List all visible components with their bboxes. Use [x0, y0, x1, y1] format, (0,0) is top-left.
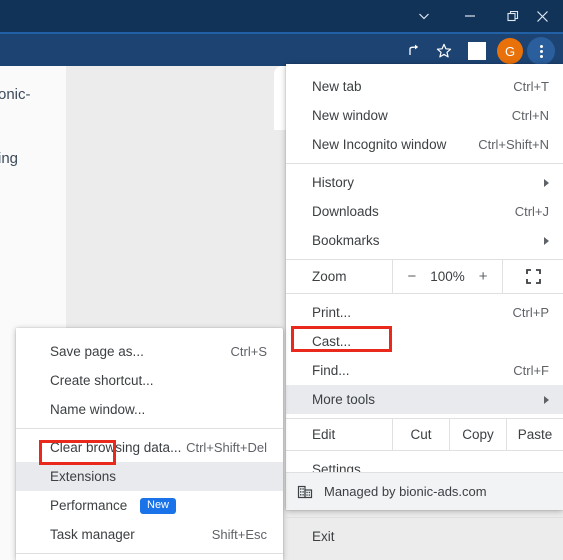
chevron-right-icon	[544, 178, 549, 187]
page-text-fragment-bottom: ing	[0, 150, 19, 167]
menu-item-label: Performance	[50, 498, 128, 513]
extensions-icon	[468, 42, 486, 60]
bookmark-star-button[interactable]	[430, 37, 458, 65]
minimize-button[interactable]	[447, 0, 493, 32]
three-dots-icon	[539, 44, 543, 58]
edit-row: Edit Cut Copy Paste	[286, 418, 563, 451]
menu-item-new-incognito-window[interactable]: New Incognito window Ctrl+Shift+N	[286, 130, 563, 159]
title-bar	[0, 0, 563, 32]
menu-item-shortcut: Ctrl+T	[513, 79, 549, 94]
menu-item-new-tab[interactable]: New tab Ctrl+T	[286, 72, 563, 101]
tab-search-button[interactable]	[401, 0, 447, 32]
copy-button[interactable]: Copy	[449, 419, 506, 450]
menu-item-label: Cast...	[312, 334, 352, 349]
menu-item-label: New Incognito window	[312, 137, 447, 152]
avatar[interactable]: G	[497, 38, 523, 64]
zoom-label: Zoom	[312, 269, 347, 284]
menu-item-label: Save page as...	[50, 344, 144, 359]
menu-item-label: Task manager	[50, 527, 135, 542]
minimize-icon	[465, 15, 475, 17]
submenu-item-create-shortcut[interactable]: Create shortcut...	[16, 366, 283, 395]
chevron-right-icon	[544, 236, 549, 245]
menu-item-shortcut: Ctrl+Shift+N	[478, 137, 549, 152]
menu-item-history[interactable]: History	[286, 168, 563, 197]
share-icon	[409, 44, 419, 55]
close-icon	[536, 10, 548, 22]
menu-item-label: Clear browsing data...	[50, 440, 182, 455]
menu-item-label: Find...	[312, 363, 350, 378]
menu-item-label: Downloads	[312, 204, 379, 219]
menu-item-cast[interactable]: Cast...	[286, 327, 563, 356]
submenu-item-task-manager[interactable]: Task manager Shift+Esc	[16, 520, 283, 549]
zoom-out-button[interactable]: −	[407, 268, 416, 285]
zoom-in-button[interactable]: +	[479, 268, 488, 285]
paste-button[interactable]: Paste	[506, 419, 563, 450]
menu-item-label: Exit	[312, 529, 335, 544]
cut-button[interactable]: Cut	[392, 419, 449, 450]
menu-item-shortcut: Ctrl+F	[513, 363, 549, 378]
zoom-level: 100%	[430, 269, 465, 284]
menu-item-shortcut: Ctrl+J	[514, 204, 549, 219]
managed-by-footer: Managed by bionic-ads.com	[286, 472, 563, 510]
browser-window: G onic- ing New tab Ctrl+T New window Ct…	[0, 0, 563, 560]
browser-toolbar: G	[0, 32, 563, 68]
submenu-separator	[16, 428, 283, 429]
extensions-button[interactable]	[463, 37, 491, 65]
submenu-separator	[16, 553, 283, 554]
submenu-item-clear-browsing-data[interactable]: Clear browsing data... Ctrl+Shift+Del	[16, 433, 283, 462]
submenu-item-name-window[interactable]: Name window...	[16, 395, 283, 424]
menu-item-label: History	[312, 175, 355, 190]
submenu-item-save-page-as[interactable]: Save page as... Ctrl+S	[16, 337, 283, 366]
menu-separator	[286, 517, 563, 518]
close-button[interactable]	[519, 0, 563, 32]
fullscreen-button[interactable]	[503, 260, 563, 293]
menu-item-shortcut: Shift+Esc	[211, 527, 267, 542]
menu-item-label: Extensions	[50, 469, 117, 484]
zoom-row: Zoom − 100% +	[286, 259, 563, 294]
menu-item-shortcut: Ctrl+S	[230, 344, 267, 359]
menu-item-shortcut: Ctrl+Shift+Del	[186, 440, 267, 455]
menu-separator	[286, 163, 563, 164]
edit-label: Edit	[312, 427, 336, 442]
managed-by-text: Managed by bionic-ads.com	[324, 484, 487, 499]
menu-item-print[interactable]: Print... Ctrl+P	[286, 298, 563, 327]
menu-item-label: New window	[312, 108, 388, 123]
submenu-item-performance[interactable]: Performance New	[16, 491, 283, 520]
bookmark-star-icon	[436, 43, 452, 58]
restore-icon	[506, 10, 518, 21]
chevron-down-icon	[419, 13, 429, 20]
menu-item-more-tools[interactable]: More tools	[286, 385, 563, 414]
more-tools-submenu: Save page as... Ctrl+S Create shortcut..…	[16, 328, 283, 560]
menu-item-shortcut: Ctrl+N	[511, 108, 549, 123]
zoom-controls: − 100% +	[392, 260, 503, 293]
fullscreen-icon	[525, 269, 541, 284]
new-badge: New	[140, 497, 177, 514]
submenu-item-extensions[interactable]: Extensions	[16, 462, 283, 491]
chevron-right-icon	[544, 395, 549, 404]
avatar-initial: G	[504, 43, 516, 59]
menu-item-exit[interactable]: Exit	[286, 522, 563, 551]
menu-item-downloads[interactable]: Downloads Ctrl+J	[286, 197, 563, 226]
menu-item-label: Bookmarks	[312, 233, 380, 248]
page-text-fragment-top: onic-	[0, 86, 31, 103]
enterprise-building-icon	[296, 483, 314, 501]
menu-item-label: Print...	[312, 305, 352, 320]
menu-item-label: New tab	[312, 79, 362, 94]
chrome-main-menu: New tab Ctrl+T New window Ctrl+N New Inc…	[286, 64, 563, 544]
menu-item-new-window[interactable]: New window Ctrl+N	[286, 101, 563, 130]
menu-item-shortcut: Ctrl+P	[512, 305, 549, 320]
chrome-menu-button[interactable]	[527, 37, 555, 65]
menu-item-label: Create shortcut...	[50, 373, 154, 388]
menu-item-find[interactable]: Find... Ctrl+F	[286, 356, 563, 385]
share-button[interactable]	[400, 37, 428, 65]
menu-item-bookmarks[interactable]: Bookmarks	[286, 226, 563, 255]
menu-item-label: More tools	[312, 392, 376, 407]
menu-item-label: Name window...	[50, 402, 146, 417]
